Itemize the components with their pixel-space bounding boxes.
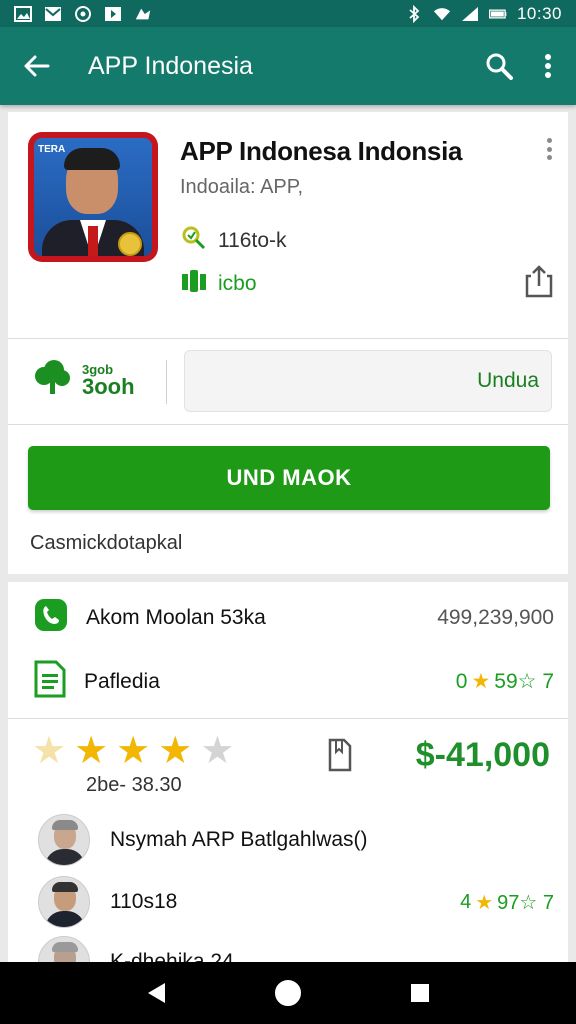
app-icon-badge: TERA <box>38 144 66 155</box>
nav-recents-icon[interactable] <box>405 978 435 1008</box>
mail-icon <box>44 6 62 22</box>
app-size-row: 116to-k <box>180 224 287 258</box>
info-rating-value: 0 ★ 59☆ 7 <box>456 669 554 694</box>
coin-icon <box>118 232 142 256</box>
app-bar-title: APP Indonesia <box>88 51 253 80</box>
avatar <box>38 876 90 928</box>
document-icon <box>34 660 66 703</box>
portrait-tie <box>88 226 98 256</box>
app-icon-portrait: TERA <box>34 138 152 256</box>
more-vert-icon[interactable] <box>536 51 560 81</box>
game-icon <box>134 6 152 22</box>
star-icon: ★ <box>116 730 151 772</box>
info-row-media[interactable]: Pafledia 0 ★ 59☆ 7 <box>34 660 554 703</box>
status-time: 10:30 <box>516 3 562 23</box>
info-row-contact[interactable]: Akom Moolan 53ka 499,239,900 <box>34 598 554 637</box>
app-name: APP Indonesa Indonsia <box>180 136 463 166</box>
star-icon: ★ <box>74 730 109 772</box>
link-icon <box>180 224 208 258</box>
avatar-hair <box>52 942 78 952</box>
battery-icon <box>488 6 507 22</box>
review-rating-pre: 4 <box>460 890 472 913</box>
app-size: 116to-k <box>218 229 287 252</box>
info-rating-post: 59☆ 7 <box>494 670 554 693</box>
divider <box>8 338 568 339</box>
back-arrow-icon[interactable] <box>22 51 52 81</box>
app-icon[interactable]: TERA <box>28 132 158 262</box>
signal-icon <box>461 6 479 22</box>
app-header-card: TERA APP Indonesa Indonsia Indoaila: APP… <box>8 112 568 574</box>
download-input-value: Undua <box>477 369 539 392</box>
play-icon <box>104 6 122 22</box>
app-bar: APP Indonesia <box>0 27 576 105</box>
wifi-icon <box>433 6 451 22</box>
vertical-divider <box>166 360 167 404</box>
review-rating-post: 97☆ 7 <box>497 891 554 914</box>
app-developer[interactable]: Indoaila: APP, <box>180 176 303 199</box>
rating-subtext: 2be- 38.30 <box>86 774 182 796</box>
star-icon: ★ <box>471 670 491 693</box>
download-input[interactable]: Undua <box>184 350 552 412</box>
reviewer-name: 110s18 <box>110 890 178 913</box>
info-rating-pre: 0 <box>455 669 468 693</box>
category-icon <box>180 268 208 300</box>
review-rating: 4 ★ 97☆ 7 <box>460 890 554 915</box>
app-overflow-icon[interactable] <box>544 138 554 160</box>
bookmark-icon[interactable] <box>326 738 354 772</box>
avatar-body <box>45 849 85 865</box>
review-row[interactable]: 110s18 4 ★ 97☆ 7 <box>38 876 554 928</box>
image-icon <box>14 5 32 22</box>
download-count-text: 3gob 3ooh <box>82 363 135 398</box>
price: $-41,000 <box>415 736 550 774</box>
star-icon: ★ <box>32 730 67 772</box>
divider <box>8 424 568 425</box>
info-label: Akom Moolan 53ka <box>86 605 266 629</box>
avatar-hair <box>52 820 78 830</box>
info-label: Pafledia <box>84 669 160 693</box>
avatar <box>38 814 90 866</box>
bluetooth-icon <box>405 4 423 23</box>
nav-back-icon[interactable] <box>141 978 171 1008</box>
avatar-hair <box>52 882 78 892</box>
avatar-body <box>45 911 85 927</box>
status-bar-notifications <box>14 5 152 22</box>
navigation-bar <box>0 962 576 1024</box>
rating-stars[interactable]: ★ ★ ★ ★ ★ <box>32 732 234 770</box>
share-icon[interactable] <box>524 264 554 298</box>
install-caption: Casmickdotapkal <box>30 532 183 554</box>
info-value: 499,239,900 <box>437 605 554 629</box>
phone-icon <box>34 598 68 637</box>
tree-icon <box>32 360 72 401</box>
status-bar: 10:30 <box>0 0 576 27</box>
star-icon: ★ <box>200 730 235 772</box>
divider <box>8 718 568 719</box>
install-button[interactable]: UND MAOK <box>28 446 550 510</box>
reviewer-name: Nsymah ARP Batlgahlwas() <box>110 828 368 851</box>
review-row[interactable]: Nsymah ARP Batlgahlwas() <box>38 814 554 866</box>
sync-icon <box>74 5 92 22</box>
status-bar-system: 10:30 <box>405 4 562 24</box>
nav-home-icon[interactable] <box>273 978 303 1008</box>
star-icon: ★ <box>158 730 193 772</box>
search-icon[interactable] <box>484 51 514 81</box>
portrait-hair <box>64 148 120 170</box>
download-count-bottom: 3ooh <box>82 374 135 399</box>
details-card: Akom Moolan 53ka 499,239,900 Pafledia 0 … <box>8 582 568 988</box>
app-category-row: icbo <box>180 268 257 300</box>
download-count: 3gob 3ooh <box>32 360 135 401</box>
app-category[interactable]: icbo <box>218 272 257 296</box>
star-icon: ★ <box>475 891 494 914</box>
